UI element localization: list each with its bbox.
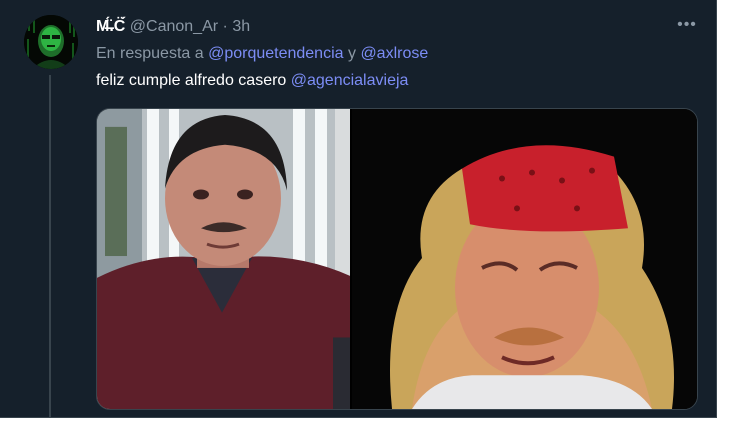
- photo-right[interactable]: [352, 109, 697, 409]
- tweet-card[interactable]: M̶̈́.C̈́ @Canon_Ar · 3h ••• En respuesta…: [0, 0, 717, 418]
- reply-mention-axlrose[interactable]: @axlrose: [360, 45, 428, 62]
- tweet-mention-agencialavieja[interactable]: @agencialavieja: [291, 72, 409, 89]
- reply-joiner: y: [347, 45, 356, 62]
- avatar-image: [24, 15, 78, 69]
- tweet-body: feliz cumple alfredo casero: [96, 72, 287, 89]
- header-separator: ·: [222, 18, 228, 35]
- tweet-header: M̶̈́.C̈́ @Canon_Ar · 3h: [96, 16, 250, 38]
- user-handle[interactable]: @Canon_Ar: [130, 18, 218, 35]
- more-options-icon[interactable]: •••: [674, 16, 700, 38]
- display-name[interactable]: M̶̈́.C̈́: [96, 18, 125, 35]
- reply-context: En respuesta a @porquetendencia y @axlro…: [96, 43, 428, 65]
- tweet-text: feliz cumple alfredo casero @agencialavi…: [96, 70, 408, 92]
- man-in-sweater-photo: [97, 109, 350, 409]
- tweet-timestamp[interactable]: 3h: [232, 18, 250, 35]
- reply-mention-porquetendencia[interactable]: @porquetendencia: [208, 45, 343, 62]
- thread-connector-line: [49, 75, 51, 418]
- reply-prefix: En respuesta a: [96, 45, 204, 62]
- man-with-bandana-photo: [352, 109, 697, 409]
- photo-left[interactable]: [97, 109, 350, 409]
- avatar[interactable]: [24, 15, 78, 69]
- media-grid: [96, 108, 698, 410]
